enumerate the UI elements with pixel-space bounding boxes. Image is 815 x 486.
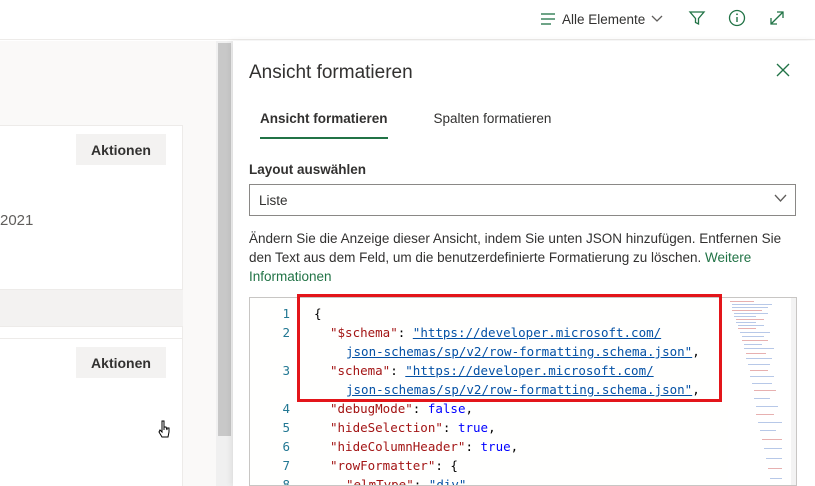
card-footer-band (0, 289, 183, 327)
close-icon[interactable] (774, 61, 792, 79)
line-number: 1 (282, 306, 290, 321)
tab-format-view[interactable]: Ansicht formatieren (249, 105, 399, 139)
view-switcher-label: Alle Elemente (562, 11, 646, 27)
chevron-down-icon (774, 194, 787, 202)
layout-dropdown-value: Liste (259, 193, 288, 208)
panel-title: Ansicht formatieren (249, 62, 413, 83)
card-date-text: 2021 (0, 212, 34, 229)
actions-button[interactable]: Aktionen (76, 134, 166, 165)
line-number: 4 (282, 401, 290, 416)
expand-icon (770, 11, 784, 25)
line-number: 8 (282, 477, 290, 486)
line-number: 6 (282, 439, 290, 454)
code-line: "rowFormatter": { (330, 458, 458, 473)
mouse-cursor-icon (158, 420, 170, 438)
code-token: "hideColumnHeader" (330, 439, 466, 454)
code-minimap[interactable] (728, 298, 790, 485)
code-token: "debugMode" (330, 401, 413, 416)
expand-button[interactable] (767, 8, 787, 28)
code-token: "rowFormatter" (330, 458, 436, 473)
annotation-highlight-box (297, 294, 722, 402)
code-line: "hideColumnHeader": true, (330, 439, 519, 454)
format-view-panel: Ansicht formatieren Ansicht formatieren … (233, 41, 815, 486)
code-token: true (480, 439, 511, 454)
scrollbar-thumb[interactable] (218, 43, 231, 436)
command-bar: Alle Elemente (0, 0, 815, 40)
view-switcher[interactable]: Alle Elemente (540, 9, 663, 29)
description-text: Ändern Sie die Anzeige dieser Ansicht, i… (249, 231, 782, 265)
chevron-down-icon (651, 15, 663, 22)
code-token: "elmType" (346, 477, 414, 486)
filter-icon (688, 11, 706, 26)
filter-button[interactable] (687, 8, 707, 28)
panel-tabs: Ansicht formatieren Spalten formatieren (249, 105, 563, 139)
list-card: Aktionen (0, 125, 183, 368)
code-token: "div" (428, 477, 467, 486)
layout-dropdown[interactable]: Liste (249, 184, 796, 216)
code-line: "elmType": "div", (346, 475, 474, 486)
actions-button[interactable]: Aktionen (76, 347, 166, 378)
list-card: Aktionen (0, 338, 183, 486)
code-line: "hideSelection": true, (330, 420, 496, 435)
info-icon (728, 9, 746, 27)
line-number: 5 (282, 420, 290, 435)
code-token: true (457, 420, 489, 435)
line-number: 3 (282, 363, 290, 378)
code-token: { (450, 458, 458, 473)
panel-description: Ändern Sie die Anzeige dieser Ansicht, i… (249, 229, 799, 286)
page-scrollbar[interactable] (216, 41, 233, 486)
code-token: false (427, 401, 466, 416)
tab-format-columns[interactable]: Spalten formatieren (423, 105, 563, 135)
list-area: Aktionen 2021 Aktionen (0, 41, 216, 486)
info-button[interactable] (727, 8, 747, 28)
line-number: 2 (282, 325, 290, 340)
list-lines-icon (541, 13, 555, 25)
code-token: "hideSelection" (330, 420, 443, 435)
layout-select-label: Layout auswählen (249, 162, 367, 177)
line-number: 7 (282, 458, 290, 473)
editor-scrollbar[interactable] (791, 298, 796, 485)
